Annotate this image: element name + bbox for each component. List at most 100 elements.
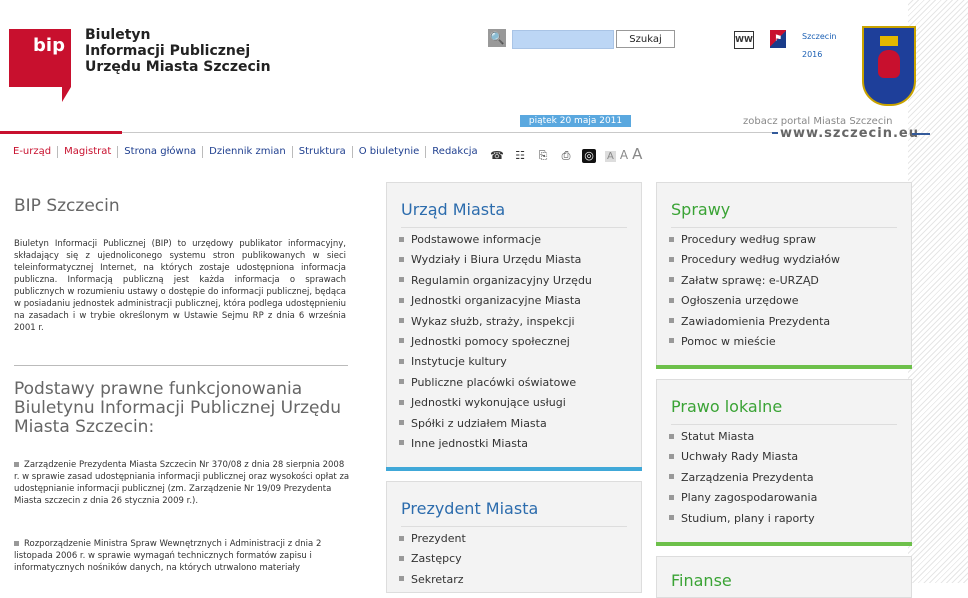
list-item[interactable]: Ogłoszenia urzędowe <box>669 291 840 311</box>
bullet-icon <box>669 515 674 521</box>
nav-item-magistrat[interactable]: Magistrat <box>57 146 117 158</box>
list-item[interactable]: Zarządzenia Prezydenta <box>669 468 817 488</box>
search-input[interactable] <box>512 30 614 49</box>
list-item[interactable]: Zastępcy <box>399 549 466 569</box>
font-size-large[interactable]: A <box>632 145 642 163</box>
law-item-text: Zarządzenie Prezydenta Miasta Szczecin N… <box>14 460 350 506</box>
print-icon[interactable]: ⎙ <box>559 149 573 163</box>
list-item[interactable]: Prezydent <box>399 529 466 549</box>
site-title[interactable]: Biuletyn Informacji Publicznej Urzędu Mi… <box>85 27 271 75</box>
contrast-icon[interactable]: ◎ <box>582 149 596 163</box>
bullet-icon <box>399 277 404 283</box>
list-item[interactable]: Instytucje kultury <box>399 352 592 372</box>
nav-item-dziennik-zmian[interactable]: Dziennik zmian <box>202 146 292 158</box>
nav-item-o-biuletynie[interactable]: O biuletynie <box>351 146 426 158</box>
bullet-icon <box>399 440 404 446</box>
urzad-miasta-title[interactable]: Urząd Miasta <box>401 200 505 219</box>
list-item[interactable]: Pomoc w mieście <box>669 332 840 352</box>
bullet-icon <box>669 277 674 283</box>
sitemap-icon[interactable]: ☷ <box>513 149 527 162</box>
font-size-small[interactable]: A <box>605 151 616 162</box>
list-item[interactable]: Uchwały Rady Miasta <box>669 447 817 467</box>
bullet-icon <box>14 462 19 467</box>
bip-logo-text: bip <box>33 35 65 56</box>
header-rule-red <box>0 131 122 134</box>
main-nav: E-urząd Magistrat Strona główna Dziennik zm… <box>13 146 484 158</box>
szczecin-2016-logo[interactable]: Szczecin 2016 <box>802 28 842 59</box>
list-item-label: Plany zagospodarowania <box>681 491 818 505</box>
list-item-label: Prezydent <box>411 532 466 545</box>
sprawy-list: Procedury według spraw Procedury według … <box>669 230 840 352</box>
nav-item-strona-glowna[interactable]: Strona główna <box>117 146 202 158</box>
list-item-label: Ogłoszenia urzędowe <box>681 294 799 308</box>
phone-icon[interactable]: ☎ <box>490 149 504 162</box>
city-crest-icon[interactable] <box>862 26 916 106</box>
nav-item-struktura[interactable]: Struktura <box>291 146 352 158</box>
site-title-line: Biuletyn <box>85 27 151 43</box>
document-icon[interactable]: ⎘ <box>536 149 550 163</box>
header-rule <box>122 132 772 133</box>
bullet-icon <box>669 236 674 242</box>
list-item[interactable]: Wykaz służb, straży, inspekcji <box>399 312 592 332</box>
list-item[interactable]: Jednostki wykonujące usługi <box>399 393 592 413</box>
list-item-label: Zastępcy <box>411 552 462 566</box>
search-icon[interactable]: 🔍 <box>488 29 506 47</box>
bullet-icon <box>669 433 674 439</box>
ww-icon[interactable]: WW <box>734 31 754 49</box>
law-item[interactable]: Rozporządzenie Ministra Spraw Wewnętrzny… <box>14 538 350 574</box>
list-item-label: Jednostki pomocy społecznej <box>411 334 570 348</box>
font-size-medium[interactable]: A <box>620 148 628 162</box>
list-item[interactable]: Studium, plany i raporty <box>669 509 817 529</box>
list-item[interactable]: Sekretarz <box>399 570 466 590</box>
legal-basis-heading: Podstawy prawne funkcjonowania Biuletynu… <box>14 379 342 437</box>
bullet-icon <box>399 318 404 324</box>
bullet-icon <box>669 338 674 344</box>
list-item[interactable]: Spółki z udziałem Miasta <box>399 414 592 434</box>
list-item[interactable]: Zawiadomienia Prezydenta <box>669 312 840 332</box>
list-item[interactable]: Statut Miasta <box>669 427 817 447</box>
site-title-line: Urzędu Miasta Szczecin <box>85 59 271 75</box>
nav-item-redakcja[interactable]: Redakcja <box>425 146 483 158</box>
list-item-label: Pomoc w mieście <box>681 334 776 348</box>
list-item[interactable]: Plany zagospodarowania <box>669 488 817 508</box>
list-item-label: Wykaz służb, straży, inspekcji <box>411 314 575 328</box>
crest-griffin <box>878 50 900 78</box>
toolbar: ☎ ☷ ⎘ ⎙ ◎ A A A <box>490 145 646 163</box>
list-item[interactable]: Procedury według spraw <box>669 230 840 250</box>
search-button[interactable]: Szukaj <box>616 30 675 48</box>
bip-logo-fold <box>62 87 71 102</box>
box-divider <box>401 526 627 527</box>
nav-item-e-urzad[interactable]: E-urząd <box>13 146 57 158</box>
list-item-label: Procedury według wydziałów <box>681 253 840 267</box>
sprawy-box: Sprawy Procedury według spraw Procedury … <box>656 182 912 369</box>
prawo-lokalne-title[interactable]: Prawo lokalne <box>671 397 782 416</box>
sprawy-title[interactable]: Sprawy <box>671 200 730 219</box>
list-item-label: Jednostki organizacyjne Miasta <box>411 294 581 308</box>
bullet-icon <box>399 236 404 242</box>
portal-link[interactable]: www.szczecin.eu <box>780 126 919 141</box>
list-item-label: Zawiadomienia Prezydenta <box>681 314 831 328</box>
list-item[interactable]: Jednostki pomocy społecznej <box>399 332 592 352</box>
bullet-icon <box>399 576 404 582</box>
list-item[interactable]: Załatw sprawę: e-URZĄD <box>669 271 840 291</box>
list-item-label: Spółki z udziałem Miasta <box>411 416 547 430</box>
list-item[interactable]: Podstawowe informacje <box>399 230 592 250</box>
list-item[interactable]: Procedury według wydziałów <box>669 250 840 270</box>
bullet-icon <box>399 358 404 364</box>
list-item[interactable]: Jednostki organizacyjne Miasta <box>399 291 592 311</box>
list-item[interactable]: Wydziały i Biura Urzędu Miasta <box>399 250 592 270</box>
prezydent-title[interactable]: Prezydent Miasta <box>401 499 538 518</box>
list-item-label: Zarządzenia Prezydenta <box>681 470 814 484</box>
list-item-label: Regulamin organizacyjny Urzędu <box>411 273 592 287</box>
law-item[interactable]: Zarządzenie Prezydenta Miasta Szczecin N… <box>14 459 350 507</box>
bullet-icon <box>14 541 19 546</box>
region-flag-icon[interactable]: ⚑ <box>770 30 786 48</box>
current-date: piątek 20 maja 2011 <box>520 115 631 127</box>
list-item[interactable]: Publiczne placówki oświatowe <box>399 373 592 393</box>
list-item[interactable]: Regulamin organizacyjny Urzędu <box>399 271 592 291</box>
prezydent-box: Prezydent Miasta Prezydent Zastępcy Sekr… <box>386 481 642 593</box>
list-item[interactable]: Inne jednostki Miasta <box>399 434 592 454</box>
finanse-title[interactable]: Finanse <box>671 571 732 590</box>
portal-underline <box>912 133 930 135</box>
bip-logo[interactable]: bip <box>9 29 71 87</box>
